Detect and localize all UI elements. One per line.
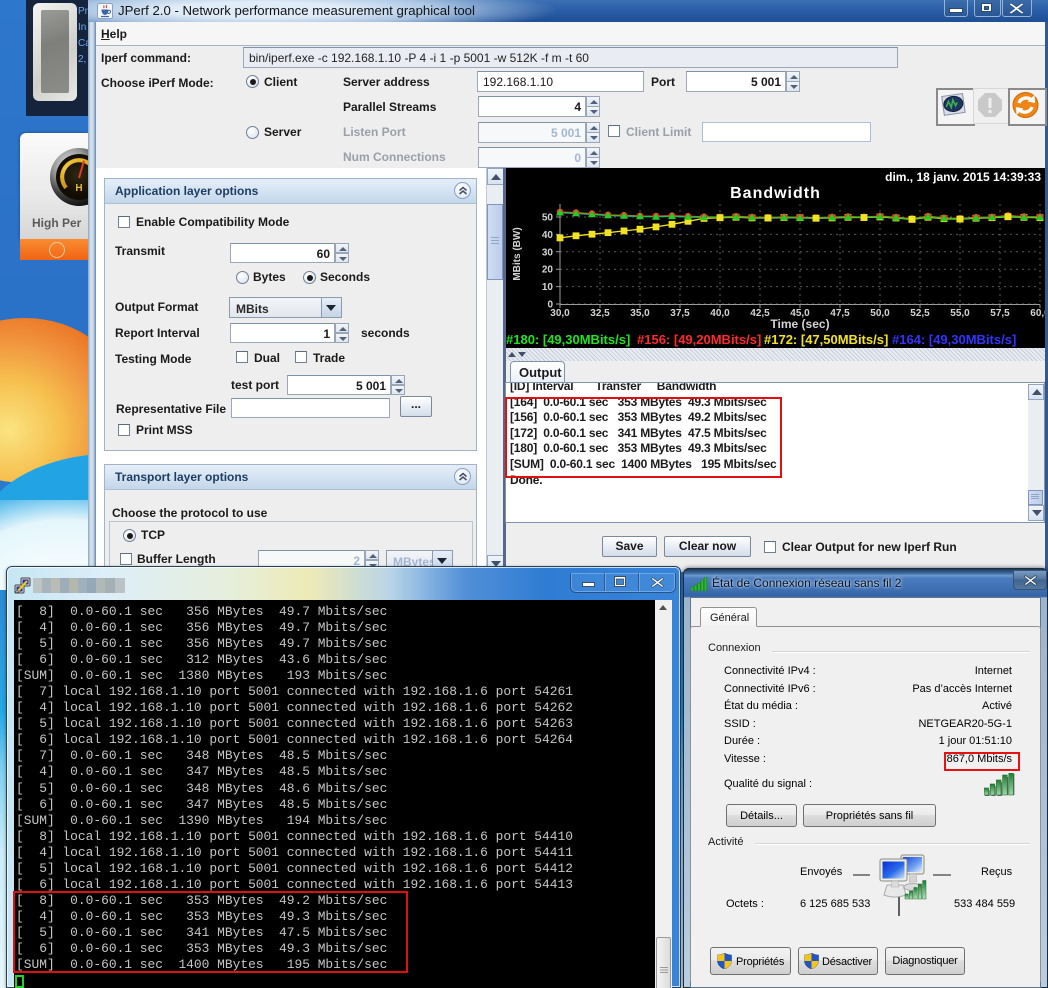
svg-text:32,5: 32,5 (590, 308, 610, 319)
svg-text:40,0: 40,0 (710, 308, 730, 319)
svg-text:10: 10 (542, 282, 554, 293)
svg-text:MBits (BW): MBits (BW) (512, 227, 523, 280)
svg-text:47,5: 47,5 (830, 308, 850, 319)
svg-text:30: 30 (542, 247, 554, 258)
svg-text:35,0: 35,0 (630, 308, 650, 319)
svg-text:30,0: 30,0 (550, 308, 570, 319)
svg-text:50,0: 50,0 (870, 308, 890, 319)
svg-text:20: 20 (542, 265, 554, 276)
svg-text:57,5: 57,5 (990, 308, 1010, 319)
svg-text:42,5: 42,5 (750, 308, 770, 319)
svg-text:52,5: 52,5 (910, 308, 930, 319)
svg-text:60,0: 60,0 (1030, 308, 1045, 319)
svg-text:40: 40 (542, 230, 554, 241)
svg-text:50: 50 (542, 213, 554, 224)
svg-text:55,0: 55,0 (950, 308, 970, 319)
svg-text:37,5: 37,5 (670, 308, 690, 319)
